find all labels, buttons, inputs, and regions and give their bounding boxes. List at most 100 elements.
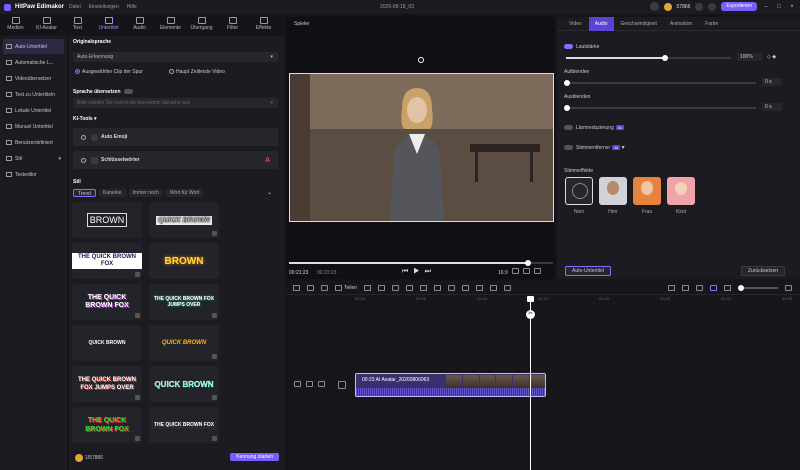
sidebar-item-5[interactable]: Manuel Untertitel xyxy=(3,119,64,134)
style-tab-0[interactable]: Trend xyxy=(73,189,96,197)
keyword-row[interactable]: Schlüsselwörter A xyxy=(73,151,278,169)
fadeout-slider[interactable] xyxy=(564,105,756,111)
split-button[interactable]: Teilen xyxy=(335,284,357,291)
radio-selected-clip[interactable]: Ausgewählter Clip der Spur xyxy=(75,69,143,75)
fadein-slider[interactable] xyxy=(564,80,756,86)
toolbar-audio[interactable]: Audio xyxy=(124,14,155,34)
undo-icon[interactable] xyxy=(293,284,300,291)
toolbar-avatar[interactable]: KI-Avatar xyxy=(31,14,62,34)
style-tile-7[interactable]: QUICK BROWN xyxy=(149,325,219,361)
aspect-ratio[interactable]: 16:9 xyxy=(498,270,508,276)
style-tile-10[interactable]: THE QUICK BROWN FOX xyxy=(72,407,142,443)
menu-file[interactable]: Datei xyxy=(69,4,81,10)
mask-icon[interactable] xyxy=(434,284,442,291)
toolbar-text[interactable]: Text xyxy=(62,14,93,34)
menu-settings[interactable]: Einstellungen xyxy=(89,4,119,10)
properties-tab-0[interactable]: Video xyxy=(563,17,588,31)
zoom-icon[interactable] xyxy=(523,268,530,274)
mic-icon[interactable] xyxy=(668,284,675,291)
sidebar-item-0[interactable]: Auto-Untertitel xyxy=(3,39,64,54)
maximize-icon[interactable]: □ xyxy=(775,4,783,10)
progress-handle[interactable] xyxy=(525,260,531,266)
fadeout-value[interactable]: 0 s xyxy=(762,103,782,111)
text-color-icon[interactable]: A xyxy=(265,157,270,164)
style-tile-0[interactable]: BROWN xyxy=(72,202,142,238)
minimize-icon[interactable]: – xyxy=(762,4,770,10)
style-tile-3[interactable]: BROWN xyxy=(149,243,219,279)
toolbar-elements[interactable]: Elemente xyxy=(155,14,186,34)
properties-tab-4[interactable]: Farbe xyxy=(699,17,724,31)
account-icon[interactable] xyxy=(695,2,704,11)
voice-remover-toggle[interactable] xyxy=(564,144,573,150)
toolbar-media[interactable]: Medien xyxy=(0,14,31,34)
sidebar-item-4[interactable]: Lokale Untertitel xyxy=(3,103,64,118)
crop-icon[interactable] xyxy=(364,284,372,291)
color-icon[interactable] xyxy=(448,284,456,291)
toolbar-subtitle[interactable]: Untertitel xyxy=(93,14,124,34)
link-icon[interactable] xyxy=(682,284,689,291)
delete-icon[interactable] xyxy=(321,284,328,291)
user-avatar-icon[interactable] xyxy=(649,2,659,11)
toolbar-effects[interactable]: Effekte xyxy=(248,14,279,34)
menu-help[interactable]: Hilfe xyxy=(127,4,137,10)
sidebar-item-2[interactable]: Videoübersetzer xyxy=(3,71,64,86)
mute-icon[interactable] xyxy=(318,381,325,387)
style-tab-3[interactable]: Wort für Wort xyxy=(165,189,204,197)
chevron-down-icon[interactable]: ⌄ xyxy=(267,189,272,196)
zoom-in-icon[interactable] xyxy=(785,284,792,291)
volume-slider[interactable] xyxy=(566,55,731,61)
keyframe-icon[interactable]: ◇ ◆ xyxy=(767,54,776,60)
fadeout-knob[interactable] xyxy=(564,105,570,111)
reset-button[interactable]: Zurücksetzen xyxy=(741,266,786,276)
redo-icon[interactable] xyxy=(307,284,314,291)
voice-child[interactable] xyxy=(667,177,695,205)
toolbar-filter[interactable]: Filter xyxy=(217,14,248,34)
sidebar-item-3[interactable]: Text zu Untertiteln xyxy=(3,87,64,102)
volume-knob[interactable] xyxy=(662,55,668,61)
style-tab-2[interactable]: Immer noch xyxy=(128,189,163,197)
translate-toggle[interactable] xyxy=(123,89,133,95)
voice-none[interactable] xyxy=(565,177,593,205)
text-tool-icon[interactable] xyxy=(462,284,470,291)
volume-toggle[interactable] xyxy=(564,44,573,49)
visibility-icon[interactable] xyxy=(306,381,313,387)
timeline-ruler[interactable]: 00:00 00:05 00:10 00:15 00:20 00:25 00:30 00:35 xyxy=(355,296,800,304)
style-tile-6[interactable]: QUICK BROWN xyxy=(72,325,142,361)
properties-tab-1[interactable]: Audio xyxy=(588,16,614,31)
fullscreen-icon[interactable] xyxy=(534,268,541,274)
magnet-icon[interactable] xyxy=(710,284,717,291)
playhead-handle[interactable] xyxy=(527,296,534,302)
voice-female[interactable] xyxy=(633,177,661,205)
sidebar-item-6[interactable]: Benutzerdefiniert xyxy=(3,135,64,150)
playback-progress[interactable] xyxy=(289,260,553,266)
sidebar-item-1[interactable]: Automatische L... xyxy=(3,55,64,70)
zoom-out-icon[interactable] xyxy=(724,284,731,291)
sidebar-item-8[interactable]: Testeditor xyxy=(3,167,64,182)
style-tile-8[interactable]: THE QUICK BROWN FOX JUMPS OVER xyxy=(72,366,142,402)
close-icon[interactable]: × xyxy=(788,4,796,10)
properties-tab-2[interactable]: Geschwindigkeit xyxy=(615,17,663,31)
speed-icon[interactable] xyxy=(378,284,386,291)
fadein-knob[interactable] xyxy=(564,80,570,86)
image-tool-icon[interactable] xyxy=(490,284,498,291)
translate-language-select[interactable]: Bitte wählen Sie zuerst die übersetzte S… xyxy=(73,98,278,108)
snapshot-icon[interactable] xyxy=(512,268,519,274)
volume-value[interactable]: 100% xyxy=(737,53,763,61)
effects-tool-icon[interactable] xyxy=(504,284,512,291)
prev-frame-icon[interactable]: ⏮ xyxy=(402,268,413,275)
snap-icon[interactable] xyxy=(696,284,703,291)
noise-toggle[interactable] xyxy=(564,125,573,130)
next-frame-icon[interactable]: ⏭ xyxy=(425,268,436,275)
auto-subtitle-button[interactable]: Auto-Untertitel xyxy=(565,266,611,276)
play-icon[interactable]: ▶ xyxy=(413,268,424,275)
zoom-knob[interactable] xyxy=(738,284,744,291)
playhead[interactable]: ✂ xyxy=(526,296,535,470)
auto-emoji-row[interactable]: Auto Emoji xyxy=(73,128,278,146)
video-clip[interactable]: 00:23 AI Avatar_20260806063 xyxy=(355,373,546,397)
rotate-icon[interactable] xyxy=(420,284,428,291)
style-tile-11[interactable]: THE QUICK BROWN FOX xyxy=(149,407,219,443)
export-button[interactable]: Exportieren xyxy=(721,2,757,11)
toolbar-transition[interactable]: Übergang xyxy=(186,14,217,34)
voice-male[interactable] xyxy=(599,177,627,205)
style-tile-9[interactable]: QUICK BROWN xyxy=(149,366,219,402)
